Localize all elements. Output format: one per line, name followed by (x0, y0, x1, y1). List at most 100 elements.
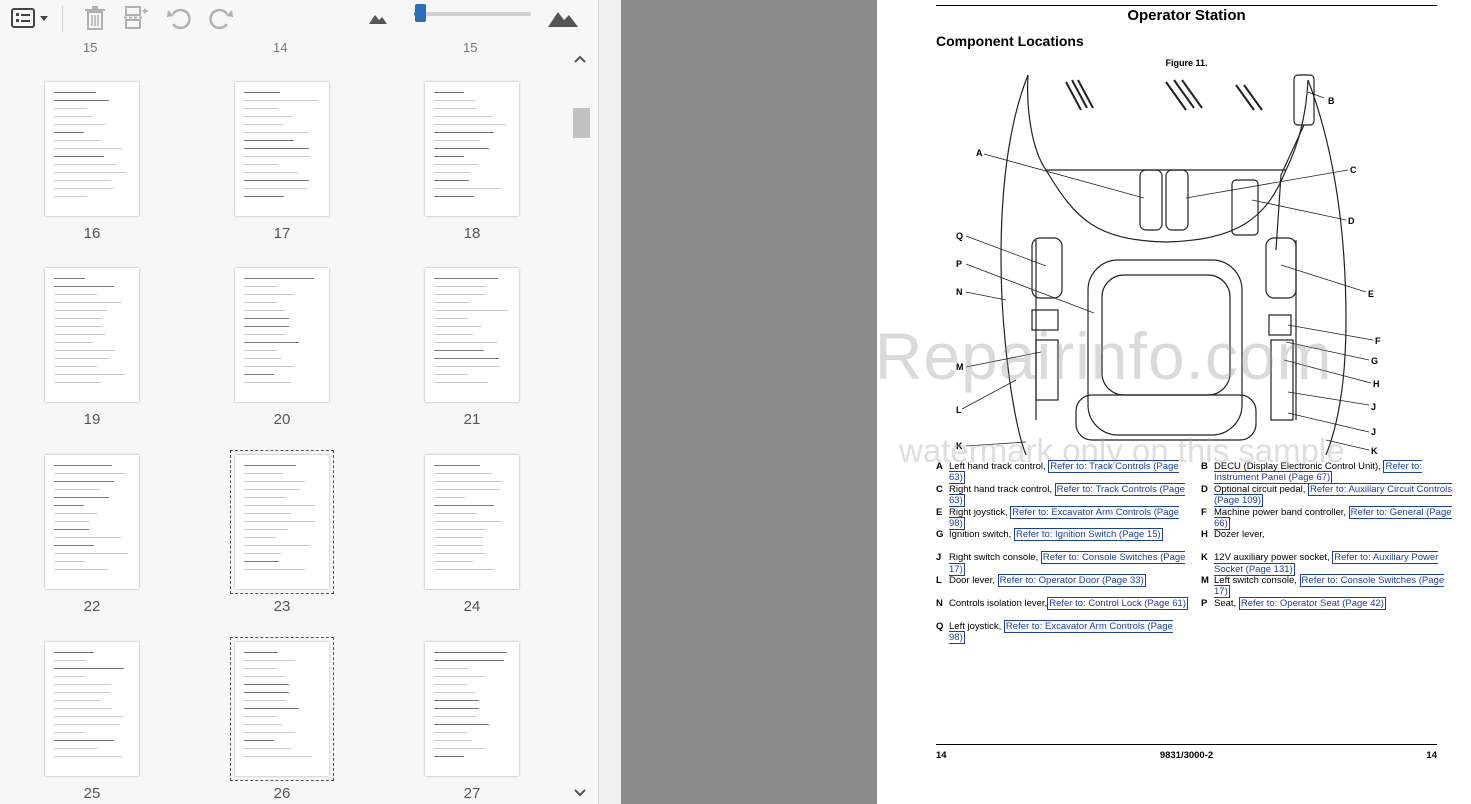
callout-label: B (1328, 96, 1335, 106)
legend-description: 12V auxiliary power socket, (1214, 552, 1333, 564)
legend-description: Optional circuit pedal, (1214, 483, 1308, 495)
thumbnail-page-number: 25 (83, 785, 101, 802)
thumbnail-text-line (54, 116, 92, 117)
rotate-right-icon (207, 5, 235, 31)
thumbnail-page-number: 17 (273, 225, 291, 242)
page-thumbnail[interactable] (45, 268, 139, 402)
scrollbar-thumb[interactable] (573, 108, 590, 138)
thumbnail-text-line (434, 374, 468, 375)
thumbnail-text-line (54, 366, 97, 367)
thumbnail-text-line (54, 708, 112, 709)
thumbnail-text-line (244, 100, 318, 101)
thumbnail-text-line (244, 652, 278, 653)
thumbnail-text-line (244, 692, 289, 693)
thumbnail-text-line (434, 676, 485, 677)
thumbnail-text-line (54, 374, 125, 375)
scroll-up-icon[interactable] (573, 54, 587, 64)
thumbnail-text-line (434, 569, 495, 570)
scroll-down-icon[interactable] (573, 788, 587, 798)
thumbnail-text-line (434, 310, 508, 311)
thumbnail-scrollbar[interactable] (570, 46, 590, 804)
thumbnail-page-number: 23 (273, 598, 291, 615)
panel-splitter[interactable] (599, 0, 1212, 804)
legend-key: M (1201, 575, 1209, 586)
cross-reference-link[interactable]: Refer to: Ignition Switch (Page 15) (1013, 528, 1163, 542)
thumbnail-text-line (244, 660, 295, 661)
thumbnail-text-line (54, 108, 87, 109)
extract-pages-button[interactable] (120, 4, 150, 32)
thumbnail-cut-number: 15 (463, 40, 478, 55)
zoom-out-mountain-icon (368, 10, 388, 26)
zoom-in-mountain-icon (547, 7, 579, 29)
page-thumbnail[interactable] (230, 450, 334, 594)
thumbnail-text-line (244, 700, 286, 701)
thumbnail-text-line (434, 326, 482, 327)
thumbnail-page-number: 20 (273, 411, 291, 428)
thumbnail-text-line (54, 382, 101, 383)
thumbnail-text-line (434, 350, 484, 351)
page-thumbnail[interactable] (425, 268, 519, 402)
page-thumbnail[interactable] (425, 455, 519, 589)
thumbnail-text-line (244, 505, 315, 506)
thumbnail-text-line (434, 465, 480, 466)
thumbnail-page-number: 26 (273, 785, 291, 802)
thumbnail-text-line (54, 740, 114, 741)
thumbnail-text-line (54, 668, 124, 669)
page-thumbnail[interactable] (425, 82, 519, 216)
thumbnail-text-line (244, 489, 300, 490)
thumbnail-text-line (244, 382, 291, 383)
thumbnail-text-line (434, 334, 473, 335)
legend-text-block: Door lever, Refer to: Operator Door (Pag… (949, 574, 1189, 587)
thumbnail-text-line (434, 108, 476, 109)
figure-caption: Figure 11. (1165, 58, 1208, 68)
zoom-slider-track[interactable] (414, 12, 531, 16)
thumbnail-text-line (54, 164, 116, 165)
thumbnail-text-line (244, 148, 309, 149)
thumbnail-text-line (434, 156, 464, 157)
legend-key: E (936, 506, 943, 518)
legend-description: Door lever, (949, 575, 998, 586)
thumbnail-text-line (54, 748, 97, 749)
delete-page-button[interactable] (80, 4, 110, 32)
thumbnail-text-line (244, 302, 277, 303)
thumbnail-text-line (54, 180, 111, 181)
cross-reference-link[interactable]: Refer to: Operator Seat (Page 42) (1238, 596, 1386, 610)
thumbnail-text-line (434, 342, 498, 343)
rotate-right-button[interactable] (206, 4, 236, 32)
page-thumbnail[interactable] (45, 642, 139, 776)
page-thumbnail[interactable] (45, 82, 139, 216)
legend-text-block: Left switch console, Refer to: Console S… (1214, 574, 1454, 599)
thumbnail-text-line (434, 692, 475, 693)
thumbnail-text-line (244, 465, 296, 466)
cross-reference-link[interactable]: Refer to: Operator Door (Page 33) (997, 574, 1146, 587)
page-thumbnail[interactable] (425, 642, 519, 776)
zoom-in-button[interactable] (546, 4, 580, 32)
legend-key: N (936, 597, 943, 609)
thumbnail-text-line (244, 529, 288, 530)
page-thumbnail[interactable] (235, 82, 329, 216)
thumbnail-options-button[interactable] (8, 4, 52, 32)
legend-key: Q (936, 620, 944, 632)
thumbnail-text-line (54, 156, 104, 157)
thumbnail-text-line (244, 294, 295, 295)
thumbnail-text-line (434, 724, 489, 725)
thumbnail-text-line (434, 188, 501, 189)
thumbnail-text-line (244, 326, 289, 327)
thumbnail-text-line (434, 180, 469, 181)
page-thumbnail[interactable] (235, 268, 329, 402)
thumbnail-text-line (434, 489, 500, 490)
zoom-slider-thumb[interactable] (415, 4, 426, 22)
cross-reference-link[interactable]: Refer to: Control Lock (Page 61) (1047, 596, 1188, 610)
thumbnail-text-line (434, 358, 499, 359)
legend-description: Right hand track control, (949, 483, 1055, 495)
thumbnail-text-line (54, 676, 85, 677)
rotate-left-button[interactable] (164, 4, 194, 32)
thumbnail-text-line (434, 756, 464, 757)
page-thumbnail[interactable] (230, 637, 334, 781)
legend-text-block: Optional circuit pedal, Refer to: Auxili… (1214, 482, 1454, 508)
thumbnail-text-line (434, 545, 483, 546)
thumbnail-text-line (244, 553, 281, 554)
zoom-out-button[interactable] (366, 4, 390, 32)
callout-label: C (1350, 165, 1357, 175)
page-thumbnail[interactable] (45, 455, 139, 589)
